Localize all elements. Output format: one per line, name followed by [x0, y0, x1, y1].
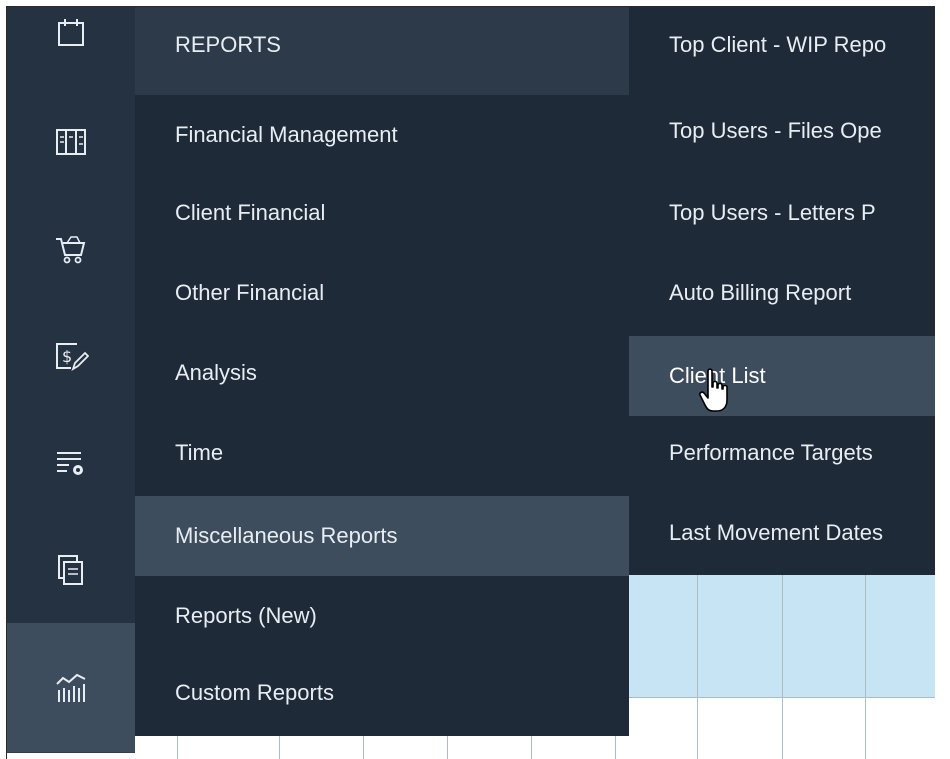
chart-icon — [56, 673, 86, 702]
rail-item-calendar[interactable] — [7, 7, 135, 89]
rail-item-cart[interactable] — [7, 195, 135, 303]
submenu-item-auto-billing-report[interactable]: Auto Billing Report — [629, 253, 935, 333]
menu-item-reports-new[interactable]: Reports (New) — [135, 576, 629, 656]
submenu-item-top-client-wip[interactable]: Top Client - WIP Repo — [629, 7, 935, 87]
app-window: $ REPORTS Financial Management Client Fi… — [6, 6, 935, 759]
rail-item-settings-list[interactable] — [7, 409, 135, 517]
calendar-icon — [58, 18, 84, 46]
menu-header: REPORTS — [135, 7, 629, 95]
submenu-item-top-users-files[interactable]: Top Users - Files Ope — [629, 91, 935, 171]
miscellaneous-submenu: Top Client - WIP Repo Top Users - Files … — [629, 7, 935, 575]
reports-menu: REPORTS Financial Management Client Fina… — [135, 7, 629, 736]
svg-text:$: $ — [62, 347, 72, 366]
menu-item-custom-reports[interactable]: Custom Reports — [135, 653, 629, 733]
grid-line — [697, 574, 698, 759]
dollar-edit-icon: $ — [56, 342, 89, 371]
rail-item-documents[interactable] — [7, 516, 135, 624]
menu-item-financial-management[interactable]: Financial Management — [135, 95, 629, 175]
menu-item-miscellaneous-reports[interactable]: Miscellaneous Reports — [135, 496, 629, 576]
ledger-icon — [56, 128, 86, 155]
rail-item-reports[interactable] — [7, 623, 135, 753]
submenu-item-top-users-letters[interactable]: Top Users - Letters P — [629, 173, 935, 253]
menu-item-client-financial[interactable]: Client Financial — [135, 173, 629, 253]
grid-line — [865, 574, 866, 759]
menu-item-time[interactable]: Time — [135, 413, 629, 493]
submenu-item-last-movement-dates[interactable]: Last Movement Dates — [629, 493, 935, 573]
icon-rail: $ — [7, 7, 135, 753]
documents-icon — [58, 554, 83, 585]
menu-item-other-financial[interactable]: Other Financial — [135, 253, 629, 333]
grid-line — [782, 574, 783, 759]
rail-item-ledger[interactable] — [7, 88, 135, 196]
hand-cursor-icon — [699, 368, 728, 412]
rail-item-billing[interactable]: $ — [7, 302, 135, 410]
cart-icon — [56, 235, 86, 263]
submenu-item-client-list[interactable]: Client List — [629, 336, 935, 416]
submenu-item-performance-targets[interactable]: Performance Targets — [629, 413, 935, 493]
list-settings-icon — [57, 451, 83, 475]
menu-item-analysis[interactable]: Analysis — [135, 333, 629, 413]
